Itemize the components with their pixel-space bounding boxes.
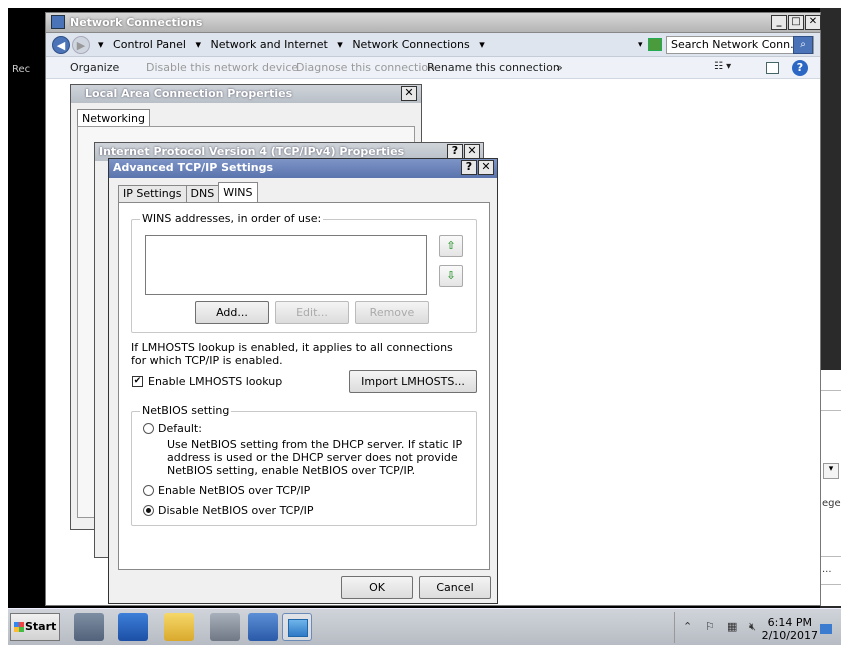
breadcrumb-item[interactable]: Network Connections	[352, 38, 469, 51]
tab-dns[interactable]: DNS	[185, 185, 220, 202]
import-lmhosts-button[interactable]: Import LMHOSTS...	[349, 370, 477, 393]
preview-pane-icon[interactable]	[766, 62, 779, 74]
disable-device-command[interactable]: Disable this network device	[146, 61, 298, 74]
tab-networking[interactable]: Networking	[77, 109, 150, 127]
powershell-icon[interactable]	[118, 613, 148, 641]
clock[interactable]: 6:14 PM 2/10/2017	[762, 616, 818, 642]
tab-wins[interactable]: WINS	[218, 182, 258, 202]
dialog-titlebar[interactable]: Local Area Connection Properties ✕	[71, 85, 421, 103]
network-icon	[51, 15, 65, 29]
server-manager-icon[interactable]	[74, 613, 104, 641]
ok-button[interactable]: OK	[341, 576, 413, 599]
start-button[interactable]: Start	[10, 613, 60, 641]
search-input[interactable]: Search Network Conn... ⌕	[666, 36, 814, 54]
dialog-title: Local Area Connection Properties	[85, 87, 293, 100]
clock-time: 6:14 PM	[767, 616, 812, 629]
netbios-default-label[interactable]: Default:	[158, 422, 202, 435]
search-placeholder: Search Network Conn...	[671, 38, 801, 51]
netbios-default-description: Use NetBIOS setting from the DHCP server…	[167, 438, 463, 477]
network-icon	[288, 619, 308, 637]
organize-menu[interactable]: Organize	[70, 61, 119, 74]
enable-lmhosts-checkbox[interactable]: ✔	[132, 376, 143, 387]
command-bar: Organize Disable this network device Dia…	[46, 57, 820, 79]
file-explorer-icon[interactable]	[164, 613, 194, 641]
netbios-enable-radio[interactable]	[143, 485, 154, 496]
breadcrumb-sep-icon: ▾	[98, 38, 104, 51]
help-button[interactable]: ?	[447, 144, 463, 159]
move-up-button[interactable]: ⇧	[439, 235, 463, 257]
admin-tools-icon[interactable]	[210, 613, 240, 641]
background-dots: ...	[822, 564, 832, 575]
close-button[interactable]: ✕	[401, 86, 417, 101]
wins-address-list[interactable]	[145, 235, 427, 295]
windows-logo-icon	[14, 622, 24, 632]
enable-lmhosts-label[interactable]: Enable LMHOSTS lookup	[148, 375, 282, 388]
address-bar: ◀ ▶ ▾ Control Panel ▾ Network and Intern…	[46, 33, 820, 57]
forward-button[interactable]: ▶	[72, 36, 90, 54]
rename-command[interactable]: Rename this connection	[427, 61, 560, 74]
group-label: WINS addresses, in order of use:	[140, 212, 324, 225]
maximize-button[interactable]: □	[788, 15, 804, 30]
close-button[interactable]: ✕	[805, 15, 821, 30]
lmhosts-note: If LMHOSTS lookup is enabled, it applies…	[131, 341, 453, 367]
help-button[interactable]: ?	[461, 160, 477, 175]
system-tray: ⌃ ⚐ ▦ 🔇︎ 6:14 PM 2/10/2017	[674, 612, 834, 643]
breadcrumb[interactable]: ▾ Control Panel ▾ Network and Internet ▾…	[98, 38, 491, 51]
dialog-title: Internet Protocol Version 4 (TCP/IPv4) P…	[99, 145, 405, 158]
window-title: Network Connections	[70, 16, 203, 29]
start-label: Start	[25, 620, 57, 633]
close-button[interactable]: ✕	[478, 160, 494, 175]
taskbar: Start ⌃ ⚐ ▦ 🔇︎ 6:14 PM 2/10/2017	[8, 608, 841, 645]
cancel-button[interactable]: Cancel	[419, 576, 491, 599]
wins-tab-panel: WINS addresses, in order of use: ⇧ ⇩ Add…	[118, 202, 490, 570]
breadcrumb-item[interactable]: Network and Internet	[211, 38, 328, 51]
dialog-titlebar[interactable]: Advanced TCP/IP Settings ? ✕	[109, 159, 497, 178]
edit-button[interactable]: Edit...	[275, 301, 349, 324]
help-icon[interactable]: ?	[792, 60, 808, 76]
back-button[interactable]: ◀	[52, 36, 70, 54]
breadcrumb-sep-icon: ▾	[195, 38, 201, 51]
volume-muted-icon[interactable]: 🔇︎	[749, 620, 756, 634]
netbios-default-radio[interactable]	[143, 423, 154, 434]
action-center-flag-icon[interactable]: ⚐	[705, 620, 715, 633]
group-label: NetBIOS setting	[140, 404, 232, 417]
clock-date: 2/10/2017	[761, 629, 818, 642]
tab-ip-settings[interactable]: IP Settings	[118, 185, 187, 202]
close-button[interactable]: ✕	[464, 144, 480, 159]
show-desktop-button[interactable]	[820, 624, 832, 634]
dropdown-arrow-icon[interactable]: ▾	[823, 463, 839, 479]
minimize-button[interactable]: _	[771, 15, 787, 30]
netbios-enable-label[interactable]: Enable NetBIOS over TCP/IP	[158, 484, 310, 497]
remote-desktop-icon[interactable]	[248, 613, 278, 641]
background-text: ege	[822, 498, 841, 509]
search-icon[interactable]: ⌕	[793, 36, 813, 54]
move-down-button[interactable]: ⇩	[439, 265, 463, 287]
diagnose-command[interactable]: Diagnose this connection	[296, 61, 435, 74]
netbios-disable-label[interactable]: Disable NetBIOS over TCP/IP	[158, 504, 314, 517]
breadcrumb-item[interactable]: Control Panel	[113, 38, 186, 51]
breadcrumb-sep-icon: ▾	[479, 38, 485, 51]
show-hidden-icons-icon[interactable]: ⌃	[683, 620, 692, 633]
refresh-icon[interactable]	[648, 38, 662, 51]
add-button[interactable]: Add...	[195, 301, 269, 324]
dialog-title: Advanced TCP/IP Settings	[113, 161, 274, 174]
dropdown-arrow-icon[interactable]: ▾	[638, 40, 643, 50]
desktop: ▾ ege ... Rec Network Connections _ □ ✕ …	[8, 8, 841, 645]
advanced-tcpip-settings-dialog: Advanced TCP/IP Settings ? ✕ IP Settings…	[108, 158, 498, 604]
window-titlebar[interactable]: Network Connections _ □ ✕	[46, 13, 821, 33]
network-connections-taskbar-icon[interactable]	[282, 613, 312, 641]
background-window-strip: ▾ ege ...	[820, 370, 841, 606]
tab-strip: IP Settings DNS WINS	[118, 182, 258, 202]
network-tray-icon[interactable]: ▦	[727, 620, 737, 633]
view-options-icon[interactable]: ☷ ▾	[714, 61, 731, 72]
breadcrumb-sep-icon: ▾	[337, 38, 343, 51]
netbios-disable-radio[interactable]	[143, 505, 154, 516]
background-label: Rec	[12, 64, 31, 75]
more-commands-button[interactable]: »	[556, 61, 563, 74]
remove-button[interactable]: Remove	[355, 301, 429, 324]
